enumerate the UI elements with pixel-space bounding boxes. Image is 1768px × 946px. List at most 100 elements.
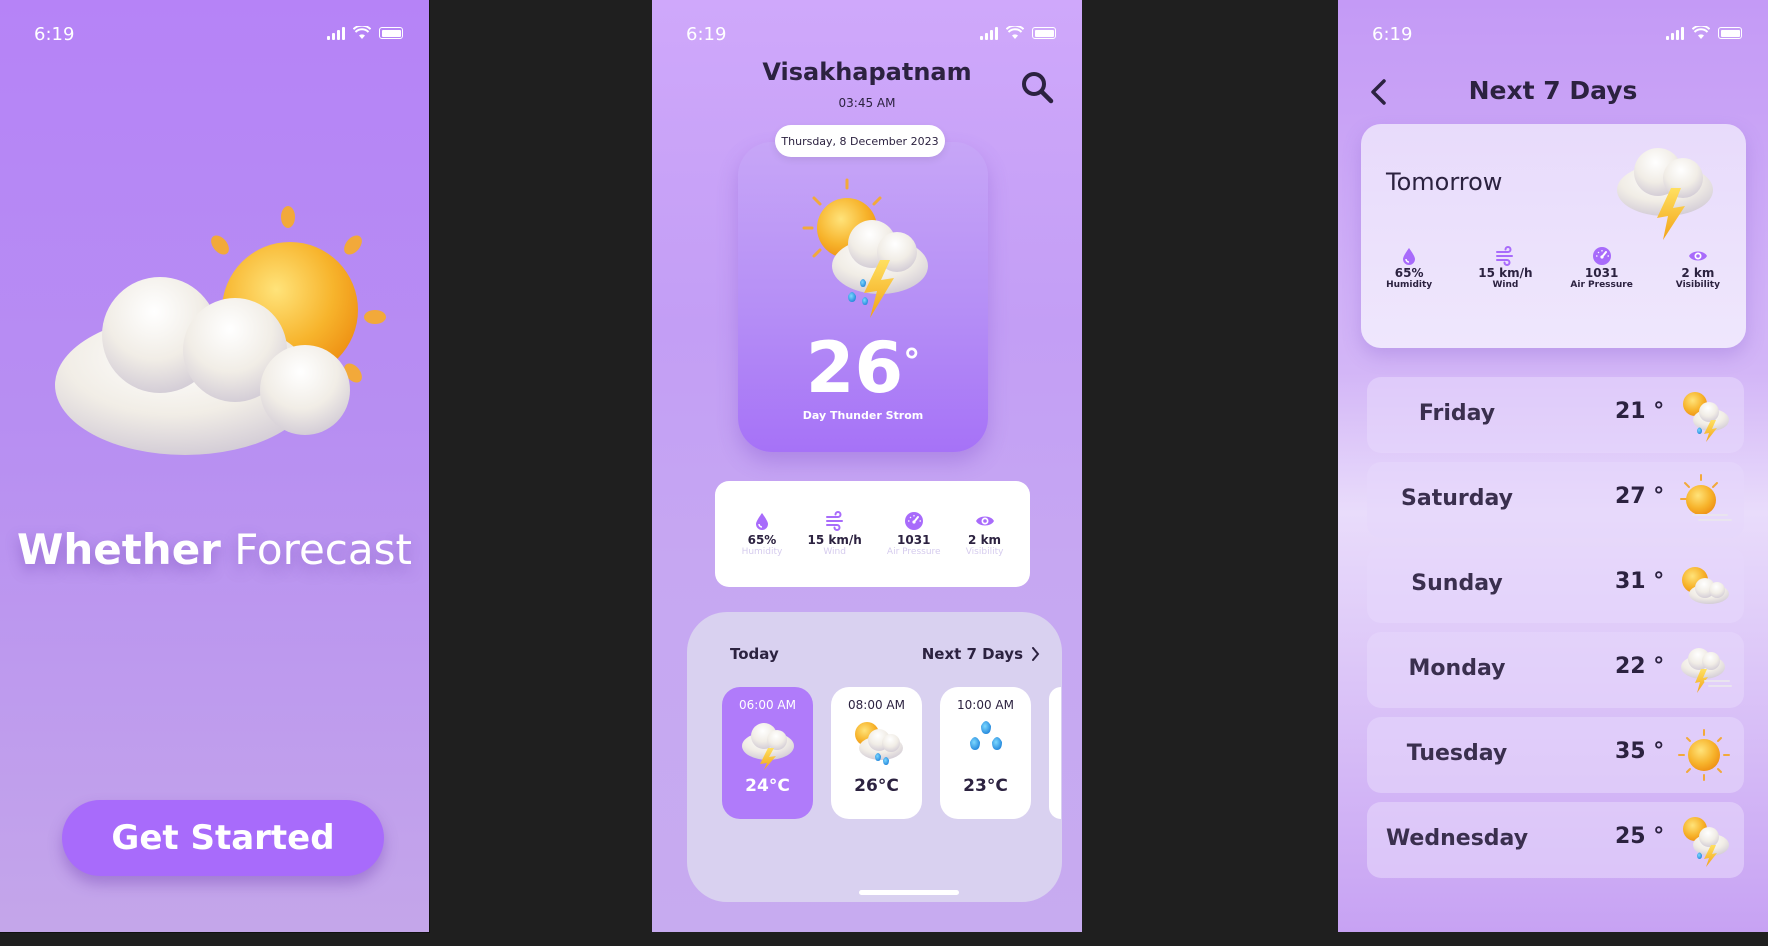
sun-icon [1678, 729, 1730, 781]
tomorrow-stats: 65% Humidity 15 km/h Wind 1031 Air Press… [1361, 246, 1746, 290]
sun-cloud-rain-icon [854, 722, 903, 765]
battery-icon [1032, 27, 1056, 39]
stat-label: Air Pressure [1570, 280, 1633, 290]
day-name: Friday [1418, 401, 1496, 426]
wind-icon [825, 511, 843, 531]
stat-label: Wind [1492, 280, 1519, 290]
stat-humidity: 65% Humidity [741, 511, 783, 557]
day-temp: 21 ° [1615, 399, 1665, 424]
status-time: 6:19 [34, 24, 75, 45]
stat-label: Wind [823, 547, 846, 557]
stat-visibility: 2 km Visibility [965, 511, 1004, 557]
day-row-monday[interactable]: Monday 22 ° [1367, 632, 1744, 708]
day-row-sunday[interactable]: Sunday 31 ° [1367, 547, 1744, 623]
city-name: Visakhapatnam [762, 58, 972, 86]
hour-card[interactable]: 10:00 AM 23°C [940, 687, 1031, 819]
weather-stats-card: 65% Humidity 15 km/h Wind 1031 Air Press… [715, 481, 1030, 587]
sun-thunder-rain-icon [1683, 817, 1729, 867]
sun-cloud-icon [1682, 567, 1729, 604]
status-icons [327, 26, 403, 40]
wifi-icon [1692, 26, 1710, 39]
wind-icon [1496, 246, 1514, 266]
chevron-right-icon [1032, 647, 1040, 661]
home-indicator [859, 890, 959, 895]
stat-air-pressure: 1031 Air Pressure [887, 511, 941, 557]
day-row-tuesday[interactable]: Tuesday 35 ° [1367, 717, 1744, 793]
stat-label: Visibility [1675, 280, 1720, 290]
day-name: Saturday [1401, 486, 1513, 511]
thunder-cloud-wind-icon [1681, 648, 1732, 693]
stat-wind: 15 km/h Wind [808, 511, 862, 557]
degree-symbol: ° [903, 342, 921, 382]
stat-value: 1031 [1584, 266, 1619, 280]
hour-temp: 26°C [854, 776, 899, 796]
battery-icon [379, 27, 403, 39]
stat-value: 2 km [1681, 266, 1715, 280]
wifi-icon [1006, 26, 1024, 39]
day-temp: 25 ° [1615, 824, 1665, 849]
hour-time: 08:00 AM [848, 698, 905, 712]
stat-air-pressure: 1031 Air Pressure [1557, 246, 1647, 290]
tomorrow-label: Tomorrow [1386, 168, 1503, 196]
wifi-icon [353, 26, 371, 39]
stat-value: 2 km [968, 533, 1002, 547]
battery-icon [1718, 27, 1742, 39]
status-icons [1666, 26, 1742, 40]
app-title: Whether Forecast [0, 525, 429, 574]
hour-time: 06:00 AM [739, 698, 796, 712]
day-temp: 22 ° [1615, 654, 1665, 679]
search-icon[interactable] [1020, 70, 1054, 104]
hour-card-peek[interactable] [1049, 687, 1061, 819]
day-name: Sunday [1411, 571, 1503, 596]
day-temp: 31 ° [1615, 569, 1665, 594]
signal-icon [1666, 26, 1684, 40]
hourly-list: 06:00 AM 24°C 08:00 AM 26°C 10:00 AM 23°… [722, 687, 1061, 819]
day-name: Wednesday [1385, 826, 1529, 851]
sun-behind-cloud-icon [55, 206, 386, 455]
stat-label: Humidity [1386, 280, 1433, 290]
day-row-friday[interactable]: Friday 21 ° [1367, 377, 1744, 453]
day-name: Monday [1408, 656, 1506, 681]
stat-value: 15 km/h [807, 533, 862, 547]
app-title-bold: Whether [17, 525, 221, 574]
status-time: 6:19 [1372, 24, 1413, 45]
day-row-wednesday[interactable]: Wednesday 25 ° [1367, 802, 1744, 878]
weather-condition: Day Thunder Strom [802, 409, 924, 422]
stat-value: 65% [747, 533, 777, 547]
humidity-drop-icon [755, 513, 768, 530]
stat-value: 65% [1394, 266, 1424, 280]
stat-label: Air Pressure [886, 547, 941, 557]
home-screen: 6:19 Visakhapatnam 03:45 AM Thursday, 8 … [652, 0, 1082, 932]
humidity-drop-icon [1403, 248, 1416, 265]
pressure-gauge-icon [904, 512, 923, 530]
get-started-button[interactable]: Get Started [62, 800, 384, 876]
stat-label: Visibility [965, 547, 1004, 557]
stat-humidity: 65% Humidity [1364, 246, 1454, 290]
day-row-saturday[interactable]: Saturday 27 ° [1367, 462, 1744, 538]
visibility-eye-icon [1688, 251, 1707, 261]
hourly-forecast-panel: Today Next 7 Days 06:00 AM 24°C 08:00 AM [687, 612, 1062, 902]
next-7-days-label: Next 7 Days [921, 645, 1023, 663]
onboarding-screen: 6:19 Whether Forecast Get Started [0, 0, 430, 933]
next-7-days-link[interactable]: Next 7 Days [922, 645, 1040, 663]
stat-value: 1031 [897, 533, 931, 547]
temperature-value: 26 [805, 327, 904, 409]
local-time: 03:45 AM [838, 96, 896, 110]
raindrops-icon [969, 721, 1002, 750]
stat-label: Humidity [741, 547, 783, 557]
status-time: 6:19 [686, 24, 727, 45]
stat-wind: 15 km/h Wind [1460, 246, 1550, 290]
sun-thunder-rain-icon [1683, 392, 1729, 442]
hour-card[interactable]: 06:00 AM 24°C [722, 687, 813, 819]
date-pill: Thursday, 8 December 2023 [775, 125, 945, 157]
thunder-cloud-icon [741, 723, 794, 770]
signal-icon [980, 26, 998, 40]
hour-temp: 23°C [963, 776, 1008, 796]
day-temp: 35 ° [1615, 739, 1665, 764]
app-title-light: Forecast [234, 525, 412, 574]
hour-temp: 24°C [745, 776, 790, 796]
visibility-eye-icon [975, 516, 994, 526]
forecast-screen: 6:19 Next 7 Days Tomorrow 65% Humidity 1… [1338, 0, 1768, 932]
hour-card[interactable]: 08:00 AM 26°C [831, 687, 922, 819]
pressure-gauge-icon [1592, 247, 1611, 265]
